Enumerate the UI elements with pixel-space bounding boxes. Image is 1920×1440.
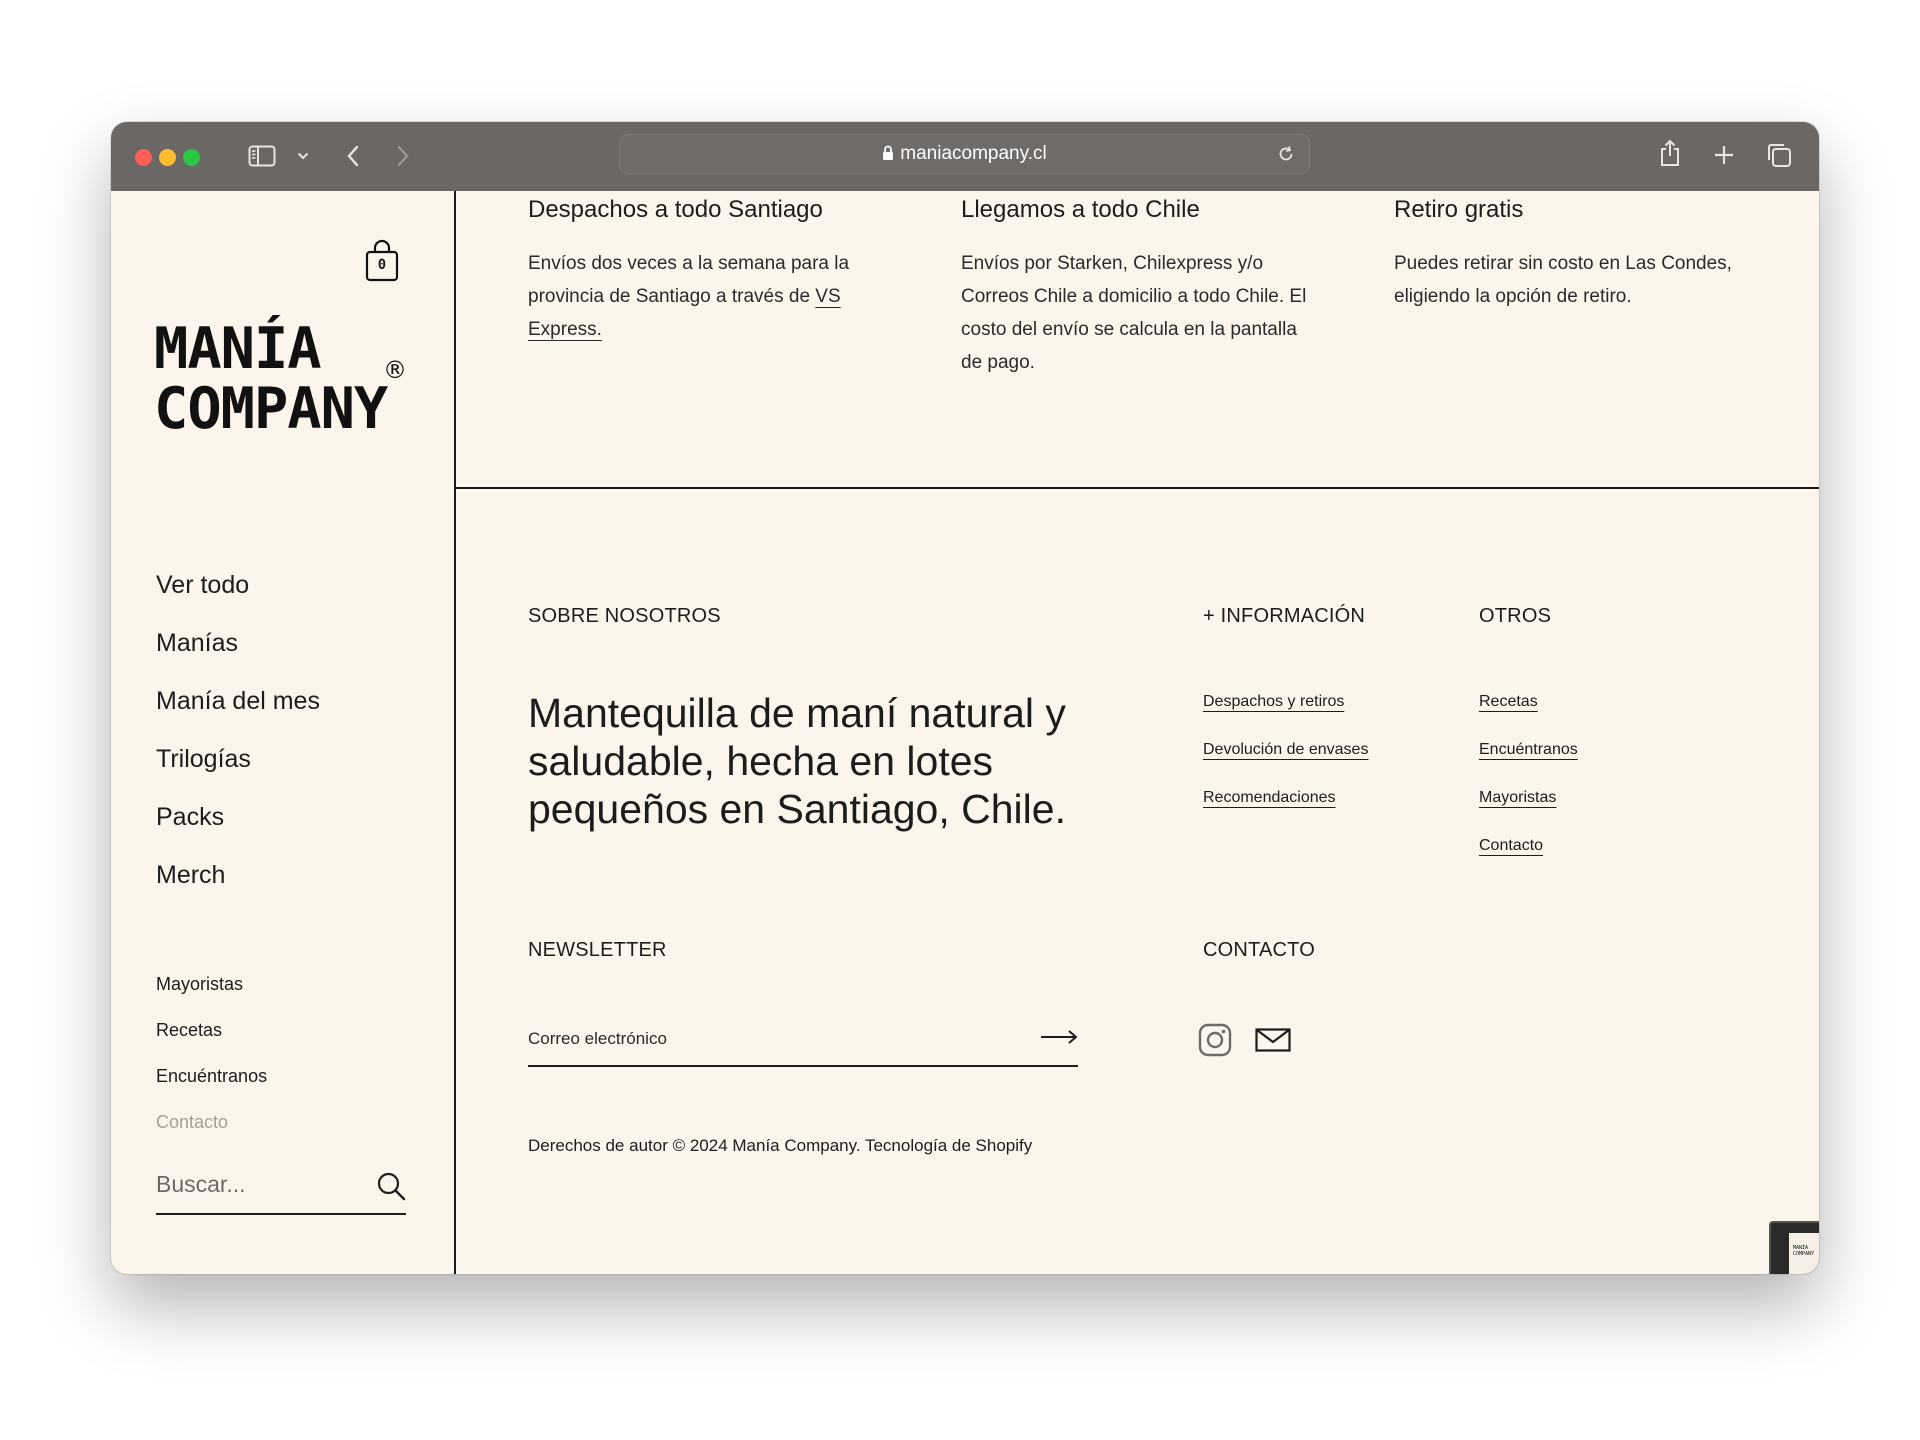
zoom-window-button[interactable] [183,149,200,166]
registered-mark: ® [383,356,407,384]
lock-icon [882,136,894,176]
back-arrow-icon[interactable] [343,142,363,170]
minimize-window-button[interactable] [159,149,176,166]
mail-icon[interactable] [1255,1028,1291,1057]
shipping-text: Puedes retirar sin costo en Las Condes, … [1394,253,1732,307]
link-contacto[interactable]: Contacto [1479,831,1578,879]
link-devolucion-de-envases[interactable]: Devolución de envases [1203,735,1368,783]
section-divider [456,487,1819,489]
address-bar[interactable]: maniacompany.cl [619,134,1310,174]
nav-item-manias[interactable]: Manías [156,614,320,672]
shipping-text: Envíos dos veces a la semana para la pro… [528,253,850,340]
info-links: Despachos y retiros Devolución de envase… [1203,687,1368,831]
main-nav: Ver todo Manías Manía del mes Trilogías … [156,556,320,904]
other-links: Recetas Encuéntranos Mayoristas Contacto [1479,687,1578,879]
nav-item-packs[interactable]: Packs [156,788,320,846]
shipping-title: Retiro gratis [1394,196,1524,223]
about-heading: SOBRE NOSOTROS [528,605,721,627]
nav-item-recetas[interactable]: Recetas [156,1007,267,1053]
about-text: Mantequilla de maní natural y saludable,… [528,690,1066,832]
close-window-button[interactable] [135,149,152,166]
copyright-text: Derechos de autor © 2024 Manía Company. … [528,1136,1033,1155]
page-content: 0 MANÍA COMPANY ® Ver todo Manías Manía … [111,191,1819,1274]
link-encuentranos[interactable]: Encuéntranos [1479,735,1578,783]
secondary-nav: Mayoristas Recetas Encuéntranos Contacto [156,961,267,1145]
info-heading: + INFORMACIÓN [1203,605,1366,627]
thumbnail-logo-text: MANÍA COMPANY [1793,1245,1815,1257]
browser-toolbar: maniacompany.cl [111,122,1819,191]
shipping-text: Envíos por Starken, Chilexpress y/o Corr… [961,253,1307,373]
newsletter-email-field[interactable]: Correo electrónico [528,1011,1078,1067]
instagram-icon[interactable] [1198,1023,1232,1062]
shipping-chile: Llegamos a todo Chile Envíos por Starken… [961,191,1311,379]
contact-heading: CONTACTO [1203,939,1315,961]
nav-item-trilogias[interactable]: Trilogías [156,730,320,788]
share-icon[interactable] [1657,137,1683,169]
new-tab-plus-icon[interactable] [1711,142,1737,168]
store-logo[interactable]: MANÍA COMPANY [154,319,388,439]
nav-item-contacto[interactable]: Contacto [156,1099,267,1145]
browser-window: maniacompany.cl 0 MANÍA COMPANY ® Ver to… [111,122,1819,1274]
search-field[interactable]: Buscar... [156,1161,406,1215]
cart-count: 0 [377,257,387,273]
forward-arrow-icon[interactable] [393,142,413,170]
nav-item-ver-todo[interactable]: Ver todo [156,556,320,614]
main-area: Despachos a todo Santiago Envíos dos vec… [456,191,1819,1274]
shipping-title: Llegamos a todo Chile [961,196,1200,223]
link-despachos-y-retiros[interactable]: Despachos y retiros [1203,687,1368,735]
other-heading: OTROS [1479,605,1552,627]
link-mayoristas[interactable]: Mayoristas [1479,783,1578,831]
arrow-right-icon[interactable] [1040,1029,1078,1050]
newsletter-heading: NEWSLETTER [528,939,667,961]
cart-button[interactable]: 0 [364,239,400,283]
reload-icon[interactable] [1276,144,1296,169]
link-recetas[interactable]: Recetas [1479,687,1578,735]
chevron-down-icon[interactable] [295,148,311,164]
tab-overview-icon[interactable] [1765,141,1793,169]
shipping-title: Despachos a todo Santiago [528,196,823,223]
page-thumbnail[interactable]: MANÍA COMPANY [1769,1221,1819,1274]
email-placeholder: Correo electrónico [528,1029,667,1048]
shipping-pickup: Retiro gratis Puedes retirar sin costo e… [1394,191,1744,313]
nav-item-encuentranos[interactable]: Encuéntranos [156,1053,267,1099]
nav-item-mayoristas[interactable]: Mayoristas [156,961,267,1007]
nav-item-merch[interactable]: Merch [156,846,320,904]
store-sidebar: 0 MANÍA COMPANY ® Ver todo Manías Manía … [111,191,456,1274]
sidebar-toggle-icon[interactable] [247,143,277,169]
search-icon[interactable] [376,1171,406,1206]
url-text: maniacompany.cl [900,143,1047,164]
search-placeholder: Buscar... [156,1171,246,1197]
link-recomendaciones[interactable]: Recomendaciones [1203,783,1368,831]
nav-item-mania-del-mes[interactable]: Manía del mes [156,672,320,730]
shipping-santiago: Despachos a todo Santiago Envíos dos vec… [528,191,878,346]
